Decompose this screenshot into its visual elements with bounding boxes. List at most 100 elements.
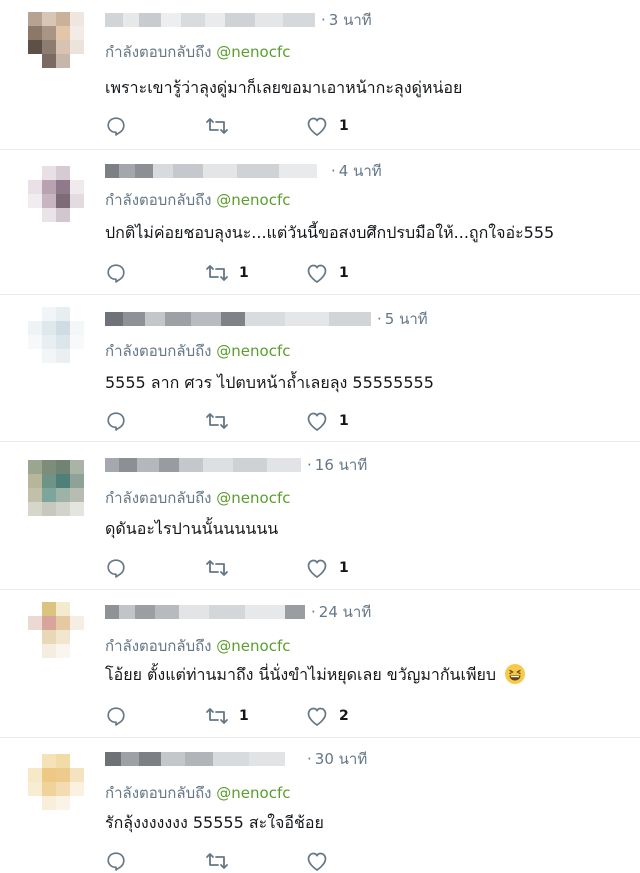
like-count: 1 [339, 265, 349, 281]
reply-context: กำลังตอบกลับถึง @nenocfc [105, 486, 290, 510]
blurred-username[interactable] [105, 13, 315, 27]
tweet-actions: 1 2 [105, 704, 349, 728]
tweet-text-wrap: โอ้ยย ตั้งแต่ท่านมาถึง นี่นั่งขำไม่หยุดเ… [105, 663, 526, 688]
tweet-6[interactable]: · 30 นาที กำลังตอบกลับถึง @nenocfc รักลุ… [0, 738, 640, 871]
reply-icon [107, 264, 125, 283]
retweet-icon [206, 413, 228, 429]
reply-prefix: กำลังตอบกลับถึง [105, 43, 212, 61]
timestamp[interactable]: 30 นาที [315, 747, 367, 771]
avatar[interactable] [28, 754, 84, 810]
heart-icon [307, 117, 327, 136]
tweet-actions: 1 1 [105, 261, 349, 285]
retweet-button[interactable] [205, 849, 305, 873]
like-button[interactable] [305, 849, 339, 873]
like-button[interactable]: 1 [305, 556, 349, 580]
blurred-username[interactable] [105, 752, 301, 766]
tweet-header: · 5 นาที [105, 308, 428, 330]
timestamp[interactable]: 5 นาที [385, 307, 428, 331]
blurred-username[interactable] [105, 458, 301, 472]
separator-dot: · [307, 456, 312, 474]
reply-prefix: กำลังตอบกลับถึง [105, 489, 212, 507]
grinning-squinting-face-emoji [505, 664, 526, 684]
avatar[interactable] [28, 602, 84, 658]
blurred-username[interactable] [105, 605, 305, 619]
tweet-text: โอ้ยย ตั้งแต่ท่านมาถึง นี่นั่งขำไม่หยุดเ… [105, 665, 497, 684]
separator-dot: · [307, 750, 312, 768]
retweet-button[interactable] [205, 556, 305, 580]
tweet-2[interactable]: · 4 นาที กำลังตอบกลับถึง @nenocfc ปกติไม… [0, 150, 640, 295]
retweet-button[interactable]: 1 [205, 261, 305, 285]
separator-dot: · [377, 310, 382, 328]
tweet-actions: 1 [105, 409, 349, 433]
reply-context: กำลังตอบกลับถึง @nenocfc [105, 781, 290, 805]
like-button[interactable]: 1 [305, 114, 349, 138]
reply-handle-link[interactable]: @nenocfc [216, 784, 290, 802]
tweet-actions: 1 [105, 114, 349, 138]
tweet-text: 5555 ลาก ศวร ไปตบหน้าถ้ำเลยลุง 55555555 [105, 373, 434, 392]
timestamp[interactable]: 3 นาที [329, 8, 372, 32]
avatar[interactable] [28, 12, 84, 68]
retweet-icon [206, 853, 228, 869]
reply-icon [107, 707, 125, 726]
tweet-text: เพราะเขารู้ว่าลุงดู่มาก็เลยขอมาเอาหน้ากะ… [105, 78, 463, 97]
retweet-button[interactable]: 1 [205, 704, 305, 728]
tweet-text: ดุดันอะไรปานนั้นนนนนน [105, 519, 279, 538]
like-button[interactable]: 2 [305, 704, 349, 728]
avatar[interactable] [28, 460, 84, 516]
heart-icon [307, 852, 327, 871]
reply-icon [107, 852, 125, 871]
like-button[interactable]: 1 [305, 261, 349, 285]
reply-icon [107, 117, 125, 136]
reply-prefix: กำลังตอบกลับถึง [105, 637, 212, 655]
tweet-text: รักลุ้งงงงงงง 55555 สะใจอีช้อย [105, 813, 324, 832]
blurred-username[interactable] [105, 312, 371, 326]
heart-icon [307, 559, 327, 578]
avatar[interactable] [28, 307, 84, 363]
timestamp[interactable]: 4 นาที [339, 159, 382, 183]
reply-handle-link[interactable]: @nenocfc [216, 342, 290, 360]
tweet-3[interactable]: · 5 นาที กำลังตอบกลับถึง @nenocfc 5555 ล… [0, 295, 640, 442]
retweet-count: 1 [239, 265, 249, 281]
tweet-header: · 24 นาที [105, 601, 371, 623]
reply-icon [107, 412, 125, 431]
reply-prefix: กำลังตอบกลับถึง [105, 784, 212, 802]
reply-handle-link[interactable]: @nenocfc [216, 489, 290, 507]
reply-context: กำลังตอบกลับถึง @nenocfc [105, 188, 290, 212]
reply-button[interactable] [105, 114, 205, 138]
reply-handle-link[interactable]: @nenocfc [216, 637, 290, 655]
reply-button[interactable] [105, 261, 205, 285]
timestamp[interactable]: 16 นาที [315, 453, 367, 477]
like-count: 1 [339, 413, 349, 429]
tweet-text: ปกติไม่ค่อยชอบลุงนะ...แต่วันนี้ขอสงบศึกป… [105, 223, 555, 242]
retweet-button[interactable] [205, 409, 305, 433]
reply-button[interactable] [105, 849, 205, 873]
tweet-1[interactable]: · 3 นาที กำลังตอบกลับถึง @nenocfc เพราะเ… [0, 0, 640, 150]
reply-button[interactable] [105, 704, 205, 728]
avatar[interactable] [28, 166, 84, 222]
reply-context: กำลังตอบกลับถึง @nenocfc [105, 634, 290, 658]
tweet-actions [105, 849, 339, 873]
reply-button[interactable] [105, 556, 205, 580]
blurred-username[interactable] [105, 164, 325, 178]
retweet-icon [206, 708, 228, 724]
reply-context: กำลังตอบกลับถึง @nenocfc [105, 40, 290, 64]
retweet-button[interactable] [205, 114, 305, 138]
retweet-icon [206, 265, 228, 281]
reply-handle-link[interactable]: @nenocfc [216, 191, 290, 209]
heart-icon [307, 412, 327, 431]
heart-icon [307, 707, 327, 726]
retweet-icon [206, 560, 228, 576]
tweet-header: · 16 นาที [105, 454, 367, 476]
reply-handle-link[interactable]: @nenocfc [216, 43, 290, 61]
timestamp[interactable]: 24 นาที [319, 600, 371, 624]
reply-button[interactable] [105, 409, 205, 433]
like-button[interactable]: 1 [305, 409, 349, 433]
like-count: 2 [339, 708, 349, 724]
reply-context: กำลังตอบกลับถึง @nenocfc [105, 339, 290, 363]
separator-dot: · [321, 11, 326, 29]
tweet-4[interactable]: · 16 นาที กำลังตอบกลับถึง @nenocfc ดุดัน… [0, 442, 640, 590]
retweet-icon [206, 118, 228, 134]
heart-icon [307, 264, 327, 283]
tweet-header: · 30 นาที [105, 748, 367, 770]
tweet-5[interactable]: · 24 นาที กำลังตอบกลับถึง @nenocfc โอ้ยย… [0, 590, 640, 738]
